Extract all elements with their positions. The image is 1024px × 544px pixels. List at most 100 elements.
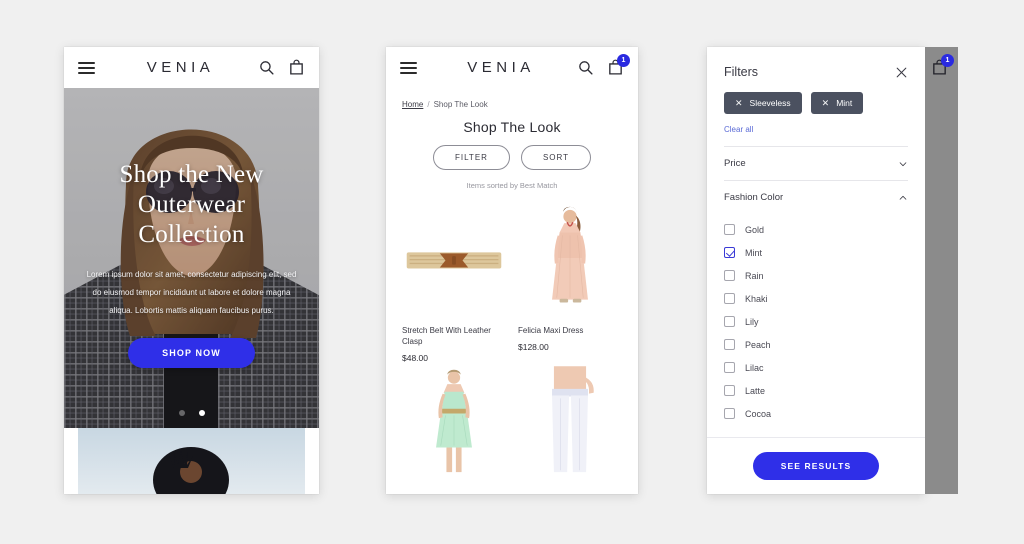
hero-title: Shop the New Outerwear Collection <box>80 160 303 250</box>
sort-button[interactable]: SORT <box>520 145 592 170</box>
color-option-label: Khaki <box>745 293 768 304</box>
page-title: Shop The Look <box>463 119 561 135</box>
color-option-label: Gold <box>745 224 765 235</box>
chevron-up-icon[interactable] <box>898 193 908 203</box>
cart-icon[interactable]: 1 <box>931 54 954 76</box>
checkbox[interactable] <box>724 224 735 235</box>
product-image-belt <box>402 200 506 318</box>
active-filter-chips: ✕ Sleeveless ✕ Mint <box>707 79 925 114</box>
phone-filters-panel: Filters ✕ Sleeveless ✕ Mint Clear all Pr… <box>707 47 925 494</box>
carousel-dot-1[interactable] <box>178 410 185 416</box>
page-scrim-overlay[interactable]: 1 <box>925 47 958 494</box>
color-option-rain[interactable]: Rain <box>724 264 908 287</box>
secondary-banner-photo <box>78 428 305 494</box>
product-price: $128.00 <box>518 342 549 352</box>
hero-content: Shop the New Outerwear Collection Lorem … <box>64 160 319 368</box>
color-option-list: Gold Mint Rain Khaki Lily Peach Lilac La… <box>707 214 925 425</box>
filter-button[interactable]: FILTER <box>432 145 510 170</box>
hamburger-icon[interactable] <box>400 61 417 74</box>
color-option-lily[interactable]: Lily <box>724 310 908 333</box>
color-option-khaki[interactable]: Khaki <box>724 287 908 310</box>
product-card[interactable] <box>518 363 622 488</box>
color-option-gold[interactable]: Gold <box>724 218 908 241</box>
filter-section-label: Price <box>724 158 746 169</box>
breadcrumb-home[interactable]: Home <box>402 100 423 109</box>
checkbox[interactable] <box>724 247 735 258</box>
hamburger-icon[interactable] <box>78 61 95 74</box>
chip-remove-icon[interactable]: ✕ <box>822 98 830 108</box>
sorted-by-label: Items sorted by Best Match <box>466 181 558 190</box>
checkbox[interactable] <box>724 293 735 304</box>
color-option-label: Mint <box>745 247 763 258</box>
chevron-down-icon[interactable] <box>898 159 908 169</box>
hero-title-line-3: Collection <box>138 221 245 248</box>
checkbox[interactable] <box>724 316 735 327</box>
cart-badge: 1 <box>617 54 630 67</box>
product-card[interactable] <box>402 363 506 488</box>
hero-title-line-1: Shop the New <box>119 161 264 188</box>
chip-remove-icon[interactable]: ✕ <box>735 98 743 108</box>
color-option-mint[interactable]: Mint <box>724 241 908 264</box>
secondary-banner[interactable] <box>78 428 305 494</box>
product-grid: Stretch Belt With Leather Clasp $48.00 F… <box>386 190 638 488</box>
checkbox[interactable] <box>724 385 735 396</box>
color-option-label: Cocoa <box>745 408 772 419</box>
filter-section-label: Fashion Color <box>724 192 784 203</box>
filter-chip-sleeveless[interactable]: ✕ Sleeveless <box>724 92 802 114</box>
product-name: Felicia Maxi Dress <box>518 326 584 335</box>
phone2-topbar: VENIA 1 <box>386 47 638 88</box>
product-card[interactable]: Felicia Maxi Dress $128.00 <box>518 200 622 363</box>
phone-home-screen: VENIA Shop the New Outerwear Collection … <box>64 47 319 494</box>
product-image-maxi-dress <box>518 200 622 318</box>
color-option-latte[interactable]: Latte <box>724 379 908 402</box>
cart-badge: 1 <box>941 54 954 67</box>
search-icon[interactable] <box>258 59 275 76</box>
cart-icon[interactable] <box>288 59 305 76</box>
breadcrumb-current: Shop The Look <box>433 100 488 109</box>
search-icon[interactable] <box>577 59 594 76</box>
color-option-cocoa[interactable]: Cocoa <box>724 402 908 425</box>
color-option-label: Peach <box>745 339 771 350</box>
phone-product-listing: VENIA 1 Home / Shop The Look Shop The Look… <box>386 47 638 494</box>
filter-sort-row: FILTER SORT <box>386 145 638 170</box>
chip-label: Mint <box>836 98 853 108</box>
checkbox[interactable] <box>724 408 735 419</box>
hero-carousel[interactable]: Shop the New Outerwear Collection Lorem … <box>64 88 319 428</box>
filter-section-fashion-color[interactable]: Fashion Color <box>724 180 908 214</box>
checkbox[interactable] <box>724 339 735 350</box>
carousel-dot-2[interactable] <box>198 410 205 416</box>
color-option-label: Lily <box>745 316 759 327</box>
screenshot-canvas: VENIA Shop the New Outerwear Collection … <box>0 0 1024 544</box>
filters-title: Filters <box>724 65 759 79</box>
product-image-white-pants <box>518 363 622 481</box>
color-option-label: Lilac <box>745 362 764 373</box>
see-results-button[interactable]: SEE RESULTS <box>752 452 880 480</box>
filter-chip-mint[interactable]: ✕ Mint <box>810 92 864 114</box>
cart-icon[interactable]: 1 <box>607 54 630 76</box>
breadcrumb: Home / Shop The Look <box>386 88 638 109</box>
filter-section-price[interactable]: Price <box>724 146 908 180</box>
brand-logo: VENIA <box>467 59 535 76</box>
phone1-topbar: VENIA <box>64 47 319 88</box>
checkbox[interactable] <box>724 362 735 373</box>
clear-all-link[interactable]: Clear all <box>707 114 925 134</box>
color-option-lilac[interactable]: Lilac <box>724 356 908 379</box>
color-option-label: Rain <box>745 270 764 281</box>
product-card[interactable]: Stretch Belt With Leather Clasp $48.00 <box>402 200 506 363</box>
phone2-topbar-icons: 1 <box>577 54 630 76</box>
phone1-topbar-icons <box>258 59 305 76</box>
product-price: $48.00 <box>402 353 428 363</box>
hero-title-line-2: Outerwear <box>137 191 246 218</box>
hero-subtitle: Lorem ipsum dolor sit amet, consectetur … <box>86 270 297 315</box>
color-option-peach[interactable]: Peach <box>724 333 908 356</box>
color-option-label: Latte <box>745 385 766 396</box>
product-name: Stretch Belt With Leather Clasp <box>402 326 491 346</box>
breadcrumb-separator: / <box>427 100 430 109</box>
checkbox[interactable] <box>724 270 735 281</box>
filters-header: Filters <box>707 47 925 79</box>
chip-label: Sleeveless <box>749 98 791 108</box>
shop-now-button[interactable]: SHOP NOW <box>128 338 255 368</box>
close-icon[interactable] <box>895 66 908 79</box>
brand-logo: VENIA <box>146 59 215 76</box>
product-image-mint-dress <box>402 363 506 481</box>
